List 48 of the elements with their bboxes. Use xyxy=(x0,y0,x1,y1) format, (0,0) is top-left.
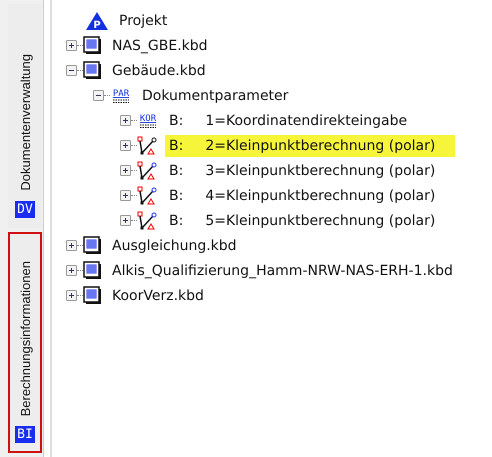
item-label: 1=Koordinatendirekteingabe xyxy=(205,112,408,128)
expand-icon[interactable] xyxy=(66,240,77,251)
collapse-icon[interactable] xyxy=(93,90,104,101)
expand-icon[interactable] xyxy=(120,165,131,176)
tree-item[interactable]: Gebäude.kbd xyxy=(108,60,210,82)
polar-calculation-icon xyxy=(137,136,159,156)
document-icon xyxy=(83,236,102,255)
expand-icon[interactable] xyxy=(120,190,131,201)
tree-item[interactable]: Alkis_Qualifizierung_Hamm-NRW-NAS-ERH-1.kbd xyxy=(108,260,457,282)
tree-item[interactable]: Dokumentparameter xyxy=(138,84,292,106)
item-prefix: B: xyxy=(169,112,184,128)
item-label: 4=Kleinpunktberechnung (polar) xyxy=(205,188,436,204)
expand-icon[interactable] xyxy=(66,265,77,276)
item-label: 5=Kleinpunktberechnung (polar) xyxy=(205,212,436,228)
expand-icon[interactable] xyxy=(120,140,131,151)
tree-item[interactable]: B: 2=Kleinpunktberechnung (polar) xyxy=(165,134,456,156)
item-prefix: B: xyxy=(169,162,184,178)
item-label: 3=Kleinpunktberechnung (polar) xyxy=(205,162,436,178)
project-icon: P xyxy=(85,10,109,30)
collapse-icon[interactable] xyxy=(66,65,77,76)
polar-calculation-icon xyxy=(137,210,159,230)
tree-item[interactable]: B: 1=Koordinatendirekteingabe xyxy=(165,110,412,132)
item-prefix: B: xyxy=(169,212,184,228)
tree-item[interactable]: B: 3=Kleinpunktberechnung (polar) xyxy=(165,160,440,182)
tree-item[interactable]: B: 4=Kleinpunktberechnung (polar) xyxy=(165,184,440,206)
tree-item[interactable]: Projekt xyxy=(115,10,172,32)
item-prefix: B: xyxy=(169,188,184,204)
tree-item[interactable]: B: 5=Kleinpunktberechnung (polar) xyxy=(165,210,440,232)
item-label: 2=Kleinpunktberechnung (polar) xyxy=(205,138,436,154)
tree-item[interactable]: Ausgleichung.kbd xyxy=(108,234,241,256)
tab-badge: DV xyxy=(15,201,35,218)
polar-calculation-icon xyxy=(137,160,159,180)
document-icon xyxy=(83,61,102,80)
tab-label: Dokumentenverwaltung xyxy=(18,54,32,191)
polar-calculation-icon xyxy=(137,186,159,206)
expand-icon[interactable] xyxy=(66,290,77,301)
tab-badge: BI xyxy=(15,426,35,443)
document-icon xyxy=(83,36,102,55)
item-prefix: B: xyxy=(169,138,184,154)
expand-icon[interactable] xyxy=(66,40,77,51)
side-tab[interactable]: Berechnungsinformationen BI xyxy=(8,232,42,453)
expand-icon[interactable] xyxy=(120,215,131,226)
document-icon xyxy=(83,261,102,280)
tree-item[interactable]: KoorVerz.kbd xyxy=(108,284,208,306)
expand-icon[interactable] xyxy=(120,115,131,126)
document-icon xyxy=(83,286,102,305)
tab-label: Berechnungsinformationen xyxy=(18,260,32,416)
tree-item[interactable]: NAS_GBE.kbd xyxy=(108,34,212,56)
